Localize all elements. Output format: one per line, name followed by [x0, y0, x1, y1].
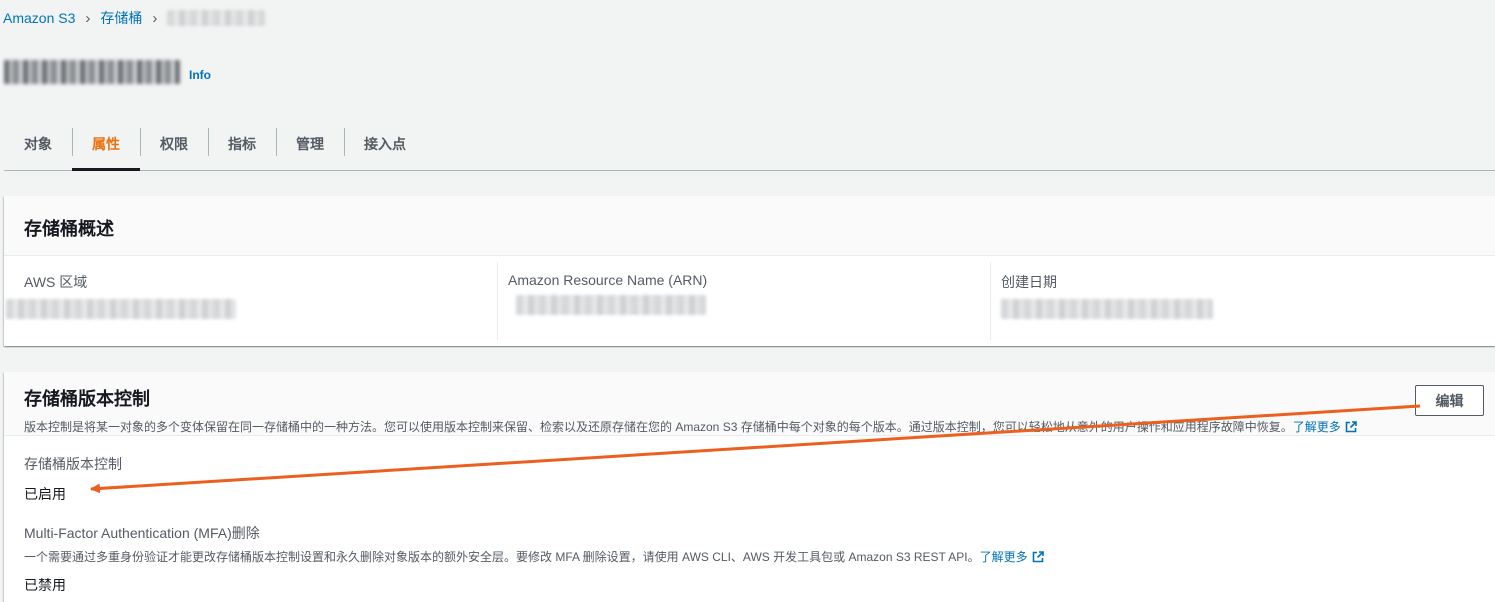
bucket-versioning-description: 版本控制是将某一对象的多个变体保留在同一存储桶中的一种方法。您可以使用版本控制来… [24, 418, 1495, 435]
learn-more-label: 了解更多 [1292, 420, 1341, 434]
creation-date-field: 创建日期 [990, 262, 1495, 340]
bucket-overview-header: 存储桶概述 [4, 196, 1495, 256]
creation-date-label: 创建日期 [1001, 274, 1057, 290]
tab-properties[interactable]: 属性 [72, 118, 140, 171]
versioning-status-label: 存储桶版本控制 [24, 456, 122, 472]
learn-more-link[interactable]: 了解更多 [1293, 420, 1357, 434]
region-label: AWS 区域 [24, 274, 88, 290]
versioning-status-value: 已启用 [24, 486, 66, 502]
tab-permissions[interactable]: 权限 [140, 118, 208, 170]
edit-button[interactable]: 编辑 [1415, 385, 1484, 416]
bucket-versioning-description-text: 版本控制是将某一对象的多个变体保留在同一存储桶中的一种方法。您可以使用版本控制来… [24, 420, 1293, 434]
chevron-right-icon: › [152, 9, 158, 27]
page-title-redacted [4, 60, 180, 84]
breadcrumb-bucket-name-redacted [167, 10, 266, 26]
arn-field: Amazon Resource Name (ARN) [497, 262, 990, 340]
page-title-row: Info [4, 60, 211, 84]
breadcrumb-buckets[interactable]: 存储桶 [100, 8, 142, 28]
tab-access-points[interactable]: 接入点 [344, 118, 426, 170]
region-field: AWS 区域 [4, 262, 497, 340]
tab-metrics[interactable]: 指标 [208, 118, 276, 170]
mfa-learn-more-link[interactable]: 了解更多 [980, 550, 1044, 564]
bucket-versioning-header: 存储桶版本控制 版本控制是将某一对象的多个变体保留在同一存储桶中的一种方法。您可… [4, 372, 1495, 436]
arn-value-redacted [516, 295, 706, 315]
external-link-icon [1345, 421, 1357, 433]
mfa-delete-description-text: 一个需要通过多重身份验证才能更改存储桶版本控制设置和永久删除对象版本的额外安全层… [24, 550, 980, 564]
breadcrumb: Amazon S3 › 存储桶 › [3, 8, 266, 28]
region-value-redacted [6, 299, 236, 319]
bucket-versioning-title: 存储桶版本控制 [24, 389, 150, 409]
mfa-delete-description: 一个需要通过多重身份验证才能更改存储桶版本控制设置和永久删除对象版本的额外安全层… [24, 548, 1475, 565]
mfa-delete-field: Multi-Factor Authentication (MFA)删除 一个需要… [24, 523, 1475, 595]
breadcrumb-amazon-s3[interactable]: Amazon S3 [3, 10, 75, 26]
arn-label: Amazon Resource Name (ARN) [508, 272, 708, 288]
bucket-versioning-panel: 存储桶版本控制 版本控制是将某一对象的多个变体保留在同一存储桶中的一种方法。您可… [4, 372, 1495, 602]
info-link[interactable]: Info [189, 68, 211, 82]
chevron-right-icon: › [85, 9, 91, 27]
tab-bar: 对象 属性 权限 指标 管理 接入点 [4, 118, 1495, 171]
bucket-overview-panel: 存储桶概述 AWS 区域 Amazon Resource Name (ARN) … [4, 196, 1495, 346]
tab-management[interactable]: 管理 [276, 118, 344, 170]
bucket-overview-title: 存储桶概述 [24, 219, 114, 239]
tab-objects[interactable]: 对象 [4, 118, 72, 170]
creation-date-value-redacted [1001, 299, 1213, 319]
mfa-learn-more-label: 了解更多 [979, 550, 1028, 564]
external-link-icon [1032, 551, 1044, 563]
mfa-delete-label: Multi-Factor Authentication (MFA)删除 [24, 525, 260, 541]
mfa-delete-value: 已禁用 [24, 577, 66, 593]
versioning-status-field: 存储桶版本控制 已启用 [24, 454, 1475, 504]
